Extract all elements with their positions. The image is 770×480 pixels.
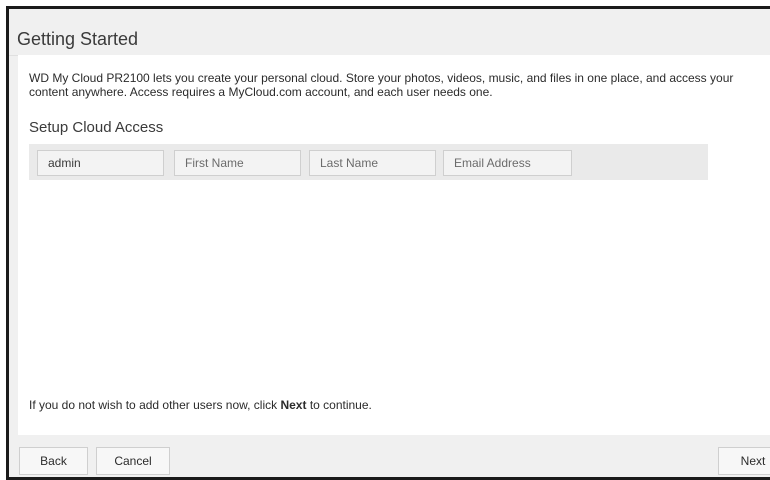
intro-description: WD My Cloud PR2100 lets you create your … bbox=[29, 71, 734, 99]
dialog-content: WD My Cloud PR2100 lets you create your … bbox=[18, 55, 770, 435]
setup-cloud-access-title: Setup Cloud Access bbox=[29, 119, 164, 136]
next-button[interactable]: Next bbox=[718, 447, 770, 475]
username-field[interactable] bbox=[37, 150, 164, 176]
dialog-footer: Back Cancel Next bbox=[9, 435, 770, 477]
dialog-header: Getting Started bbox=[9, 9, 770, 56]
back-button[interactable]: Back bbox=[19, 447, 88, 475]
last-name-field[interactable] bbox=[309, 150, 436, 176]
email-field[interactable] bbox=[443, 150, 572, 176]
cancel-button[interactable]: Cancel bbox=[96, 447, 170, 475]
first-name-field[interactable] bbox=[174, 150, 301, 176]
page-title: Getting Started bbox=[17, 29, 139, 49]
skip-hint: If you do not wish to add other users no… bbox=[29, 398, 372, 412]
skip-hint-next-word: Next bbox=[280, 398, 307, 412]
wizard-dialog: Getting Started WD My Cloud PR2100 lets … bbox=[6, 6, 770, 480]
cloud-access-form-row bbox=[29, 144, 708, 180]
skip-hint-suffix: to continue. bbox=[306, 398, 372, 412]
skip-hint-prefix: If you do not wish to add other users no… bbox=[29, 398, 281, 412]
